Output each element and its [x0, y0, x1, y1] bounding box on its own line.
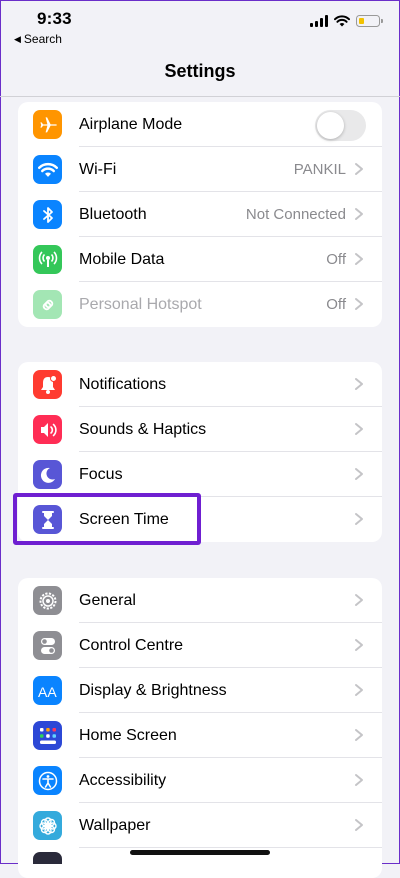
settings-row-general[interactable]: General — [18, 578, 382, 623]
row-label: Accessibility — [79, 771, 167, 789]
home-indicator[interactable] — [130, 850, 270, 855]
settings-row-airplane-mode[interactable]: Airplane Mode — [18, 102, 382, 147]
settings-row-notifications[interactable]: Notifications — [18, 362, 382, 407]
row-divider — [79, 847, 382, 848]
bell-icon — [33, 370, 62, 399]
row-label: Control Centre — [79, 636, 184, 654]
chevron-right-icon — [352, 637, 366, 653]
row-value: Off — [326, 251, 346, 268]
settings-row-wallpaper[interactable]: Wallpaper — [18, 803, 382, 848]
chevron-right-icon — [352, 466, 366, 482]
battery-icon — [356, 15, 383, 27]
chevron-right-icon — [352, 772, 366, 788]
settings-row-wi-fi[interactable]: Wi-Fi PANKIL — [18, 147, 382, 192]
switches-icon — [33, 631, 62, 660]
row-label: Bluetooth — [79, 205, 147, 223]
row-label: Display & Brightness — [79, 681, 227, 699]
wifi-status-icon — [334, 15, 350, 27]
chevron-right-icon — [352, 682, 366, 698]
moon-icon — [33, 460, 62, 489]
speaker-icon — [33, 415, 62, 444]
chevron-right-icon — [352, 511, 366, 527]
row-label: Personal Hotspot — [79, 295, 202, 313]
settings-row-display-and-brightness[interactable]: AA Display & Brightness — [18, 668, 382, 713]
text-size-icon: AA — [33, 676, 62, 705]
back-to-search-button[interactable]: ◀ Search — [14, 32, 62, 46]
screen-time-highlight-box — [13, 493, 201, 545]
settings-row-personal-hotspot: Personal Hotspot Off — [18, 282, 382, 327]
accessibility-icon — [33, 766, 62, 795]
status-bar: 9:33 ◀ Search — [0, 0, 400, 52]
row-label: Wi-Fi — [79, 160, 117, 178]
settings-group-connectivity: Airplane Mode Wi-Fi PANKIL Bluetooth Not Con… — [18, 102, 382, 327]
antenna-icon — [33, 245, 62, 274]
page-title: Settings — [164, 61, 236, 81]
settings-row-accessibility[interactable]: Accessibility — [18, 758, 382, 803]
row-label: Focus — [79, 465, 123, 483]
svg-text:AA: AA — [38, 684, 57, 699]
chevron-right-icon — [352, 421, 366, 437]
gear-icon — [33, 586, 62, 615]
toggle-knob — [317, 112, 344, 139]
settings-row-focus[interactable]: Focus — [18, 452, 382, 497]
airplane-mode-toggle[interactable] — [315, 110, 366, 141]
settings-row-mobile-data[interactable]: Mobile Data Off — [18, 237, 382, 282]
hotspot-icon — [33, 290, 62, 319]
settings-row-control-centre[interactable]: Control Centre — [18, 623, 382, 668]
row-value: Off — [326, 296, 346, 313]
back-label: Search — [23, 32, 62, 46]
chevron-right-icon — [352, 376, 366, 392]
bluetooth-icon — [33, 200, 62, 229]
row-label: Mobile Data — [79, 250, 165, 268]
wifi-icon — [33, 155, 62, 184]
airplane-icon — [33, 110, 62, 139]
back-arrow-icon: ◀ — [14, 33, 21, 44]
row-label: Notifications — [79, 375, 167, 393]
chevron-right-icon — [352, 592, 366, 608]
row-label: Wallpaper — [79, 816, 151, 834]
row-value: Not Connected — [245, 206, 346, 223]
chevron-right-icon — [352, 727, 366, 743]
chevron-right-icon — [352, 296, 366, 312]
app-grid-icon — [33, 721, 62, 750]
chevron-right-icon — [352, 251, 366, 267]
row-label: Airplane Mode — [79, 115, 183, 133]
status-time: 9:33 — [37, 9, 72, 28]
row-label: Sounds & Haptics — [79, 420, 207, 438]
row-label: Home Screen — [79, 726, 177, 744]
status-icons — [310, 15, 383, 27]
chevron-right-icon — [352, 206, 366, 222]
nav-divider — [0, 96, 400, 97]
settings-row-home-screen[interactable]: Home Screen — [18, 713, 382, 758]
row-value: PANKIL — [293, 161, 346, 178]
cellular-signal-icon — [310, 15, 328, 27]
settings-group-general: General Control Centre AA Display & Brightn… — [18, 578, 382, 878]
flower-icon — [33, 811, 62, 840]
settings-row-sounds-and-haptics[interactable]: Sounds & Haptics — [18, 407, 382, 452]
chevron-right-icon — [352, 817, 366, 833]
settings-row-bluetooth[interactable]: Bluetooth Not Connected — [18, 192, 382, 237]
next-row-icon-peek — [33, 852, 62, 864]
row-label: General — [79, 591, 136, 609]
chevron-right-icon — [352, 161, 366, 177]
